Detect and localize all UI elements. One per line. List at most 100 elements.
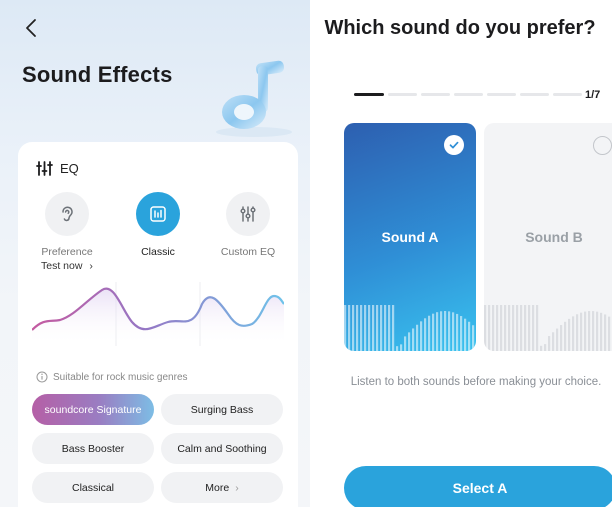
waveform-bar (424, 318, 427, 351)
genre-info: Suitable for rock music genres (36, 371, 188, 383)
sound-a-card[interactable]: Sound A (344, 123, 476, 351)
waveform-bar (384, 305, 387, 351)
radio-unchecked-icon (593, 136, 612, 155)
listen-hint: Listen to both sounds before making your… (350, 376, 602, 388)
waveform-bar (460, 316, 463, 351)
progress-step (553, 93, 582, 96)
tuning-sliders-icon (240, 206, 256, 222)
waveform-bar (368, 305, 371, 351)
info-icon (36, 371, 48, 383)
waveform-bar (580, 312, 583, 351)
progress-step (487, 93, 516, 96)
waveform-bar (588, 311, 591, 351)
sliders-icon (36, 161, 53, 176)
preset-label: Bass Booster (61, 442, 125, 455)
mode-preference-button[interactable] (45, 192, 89, 236)
waveform-bar (536, 305, 539, 351)
waveform-bar (608, 316, 611, 351)
waveform-bar (348, 305, 351, 351)
mode-custom-eq-button[interactable] (226, 192, 270, 236)
mode-classic-label: Classic (141, 246, 175, 258)
waveform-bar (352, 305, 355, 351)
preset-soundcore-signature[interactable]: soundcore Signature (32, 394, 154, 425)
mode-classic-button[interactable] (136, 192, 180, 236)
waveform-bar (404, 336, 407, 351)
waveform-bar (584, 311, 587, 351)
waveform-bar (472, 325, 475, 351)
sound-b-card[interactable]: Sound B (484, 123, 612, 351)
waveform-bar (604, 314, 607, 351)
mode-classic[interactable]: Classic (113, 192, 203, 258)
waveform-bar (564, 321, 567, 351)
waveform-bar (356, 305, 359, 351)
waveform-bar (544, 344, 547, 351)
waveform-bar (508, 305, 511, 351)
sound-b-label: Sound B (525, 229, 583, 245)
waveform-bar (420, 321, 423, 351)
eq-curve-graph (32, 282, 284, 346)
waveform-bars-b (484, 305, 611, 351)
waveform-bar (548, 336, 551, 351)
waveform-bar (484, 305, 487, 351)
sound-preference-screen: Which sound do you prefer? 1/7 Sound A S… (310, 0, 612, 507)
preset-calm-and-soothing[interactable]: Calm and Soothing (161, 433, 283, 464)
waveform-bar (360, 305, 363, 351)
progress-step (354, 93, 384, 96)
waveform-bar (428, 315, 431, 351)
waveform-bar (500, 305, 503, 351)
eq-label: EQ (60, 161, 79, 176)
waveform-bar (512, 305, 515, 351)
chevron-right-icon: › (235, 481, 239, 494)
preset-classical[interactable]: Classical (32, 472, 154, 503)
waveform-bar (496, 305, 499, 351)
waveform-bar (380, 305, 383, 351)
waveform-bar (504, 305, 507, 351)
waveform-bar (396, 346, 399, 351)
mode-custom-eq[interactable]: Custom EQ (203, 192, 293, 258)
waveform-bar (560, 325, 563, 351)
waveform-bar (436, 312, 439, 351)
waveform-bar (464, 318, 467, 351)
test-now-label: Test now (41, 260, 83, 272)
preset-label: Surging Bass (190, 403, 254, 416)
waveform-bar (488, 305, 491, 351)
waveform-bar (568, 318, 571, 351)
chevron-right-icon: › (89, 260, 93, 272)
waveform-bar (412, 328, 415, 351)
waveform-bar (520, 305, 523, 351)
waveform-bar (468, 321, 471, 351)
waveform-bar (540, 345, 543, 351)
music-note-illustration-icon (216, 60, 292, 137)
mode-preference-label: Preference (41, 246, 93, 258)
preset-label: Classical (71, 481, 114, 494)
waveform-bar (416, 324, 419, 351)
ear-icon (62, 206, 73, 222)
mode-preference[interactable]: Preference (22, 192, 112, 258)
sound-effects-screen: Sound Effects EQ Preference Classic Cust… (0, 0, 310, 507)
eq-header: EQ (36, 161, 79, 176)
preset-more-button[interactable]: More › (161, 472, 283, 503)
sound-a-label: Sound A (381, 229, 439, 245)
waveform-bar (392, 305, 395, 351)
test-now-link[interactable]: Test now › (41, 260, 93, 272)
mode-custom-eq-label: Custom EQ (220, 246, 276, 258)
waveform-bar (456, 313, 459, 351)
page-title: Sound Effects (22, 62, 173, 87)
waveform-bar (372, 305, 375, 351)
preset-surging-bass[interactable]: Surging Bass (161, 394, 283, 425)
progress-step (388, 93, 417, 96)
waveform-bar (344, 305, 347, 351)
progress-step (454, 93, 483, 96)
waveform-bar (440, 311, 443, 351)
waveform-bar (452, 312, 455, 351)
preset-bass-booster[interactable]: Bass Booster (32, 433, 154, 464)
waveform-bar (432, 313, 435, 351)
question-title: Which sound do you prefer? (324, 17, 596, 39)
waveform-bar (448, 311, 451, 351)
eq-card: EQ Preference Classic Custom EQ Test now… (18, 142, 298, 507)
waveform-bar (524, 305, 527, 351)
back-arrow-icon[interactable] (20, 16, 44, 40)
waveform-bar (576, 314, 579, 351)
waveform-bar (516, 305, 519, 351)
select-button[interactable]: Select A (344, 466, 612, 507)
